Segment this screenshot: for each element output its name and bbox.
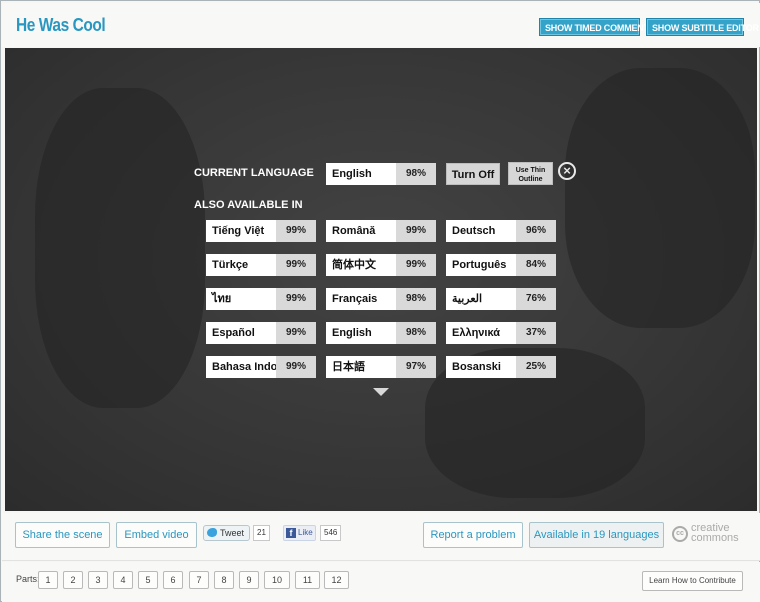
language-percent: 99% <box>276 322 316 344</box>
part-button[interactable]: 8 <box>214 571 234 589</box>
like-label: Like <box>298 528 313 537</box>
current-language-chip[interactable]: English 98% <box>326 163 436 185</box>
video-shadow <box>565 68 755 328</box>
language-option[interactable]: Bosanski 25% <box>446 356 556 378</box>
language-percent: 99% <box>396 254 436 276</box>
language-percent: 25% <box>516 356 556 378</box>
available-languages-button[interactable]: Available in 19 languages <box>529 522 664 548</box>
chevron-down-icon[interactable] <box>373 388 389 396</box>
language-percent: 37% <box>516 322 556 344</box>
language-option[interactable]: العربية 76% <box>446 288 556 310</box>
facebook-like-button[interactable]: f Like <box>283 525 316 541</box>
language-percent: 99% <box>276 356 316 378</box>
language-option[interactable]: Tiếng Việt 99% <box>206 220 316 242</box>
language-option[interactable]: Português 84% <box>446 254 556 276</box>
language-name: Română <box>326 220 396 242</box>
learn-contribute-button[interactable]: Learn How to Contribute <box>642 571 743 591</box>
language-option[interactable]: Türkçe 99% <box>206 254 316 276</box>
language-percent: 99% <box>276 288 316 310</box>
language-name: Español <box>206 322 276 344</box>
language-name: Bosanski <box>446 356 516 378</box>
part-button[interactable]: 6 <box>163 571 183 589</box>
tweet-count: 21 <box>253 525 270 541</box>
part-button[interactable]: 4 <box>113 571 133 589</box>
use-thin-outline-button[interactable]: Use Thin Outline <box>508 162 553 185</box>
cc-text-line2: commons <box>691 532 739 544</box>
video-shadow <box>35 88 205 408</box>
twitter-bird-icon <box>207 528 217 537</box>
language-percent: 98% <box>396 163 436 185</box>
language-name: English <box>326 163 396 185</box>
close-icon[interactable]: × <box>558 162 576 180</box>
language-name: 简体中文 <box>326 254 396 276</box>
use-thin-outline-line2: Outline <box>518 176 543 183</box>
language-option[interactable]: Français 98% <box>326 288 436 310</box>
language-option[interactable]: Deutsch 96% <box>446 220 556 242</box>
part-button[interactable]: 3 <box>88 571 108 589</box>
creative-commons-logo[interactable]: cc creative commons <box>672 523 748 547</box>
language-name: Français <box>326 288 396 310</box>
part-button[interactable]: 12 <box>324 571 349 589</box>
report-problem-button[interactable]: Report a problem <box>423 522 523 548</box>
share-scene-button[interactable]: Share the scene <box>15 522 110 548</box>
language-name: Bahasa Indonesia <box>206 356 276 378</box>
app-window: He Was Cool SHOW TIMED COMMENTS SHOW SUB… <box>0 0 760 602</box>
language-option[interactable]: ไทย 99% <box>206 288 316 310</box>
tweet-button[interactable]: Tweet <box>203 525 250 541</box>
language-percent: 96% <box>516 220 556 242</box>
language-option[interactable]: English 98% <box>326 322 436 344</box>
language-percent: 98% <box>396 288 436 310</box>
part-button[interactable]: 7 <box>189 571 209 589</box>
language-option[interactable]: 日本語 97% <box>326 356 436 378</box>
language-option[interactable]: Ελληνικά 37% <box>446 322 556 344</box>
part-button[interactable]: 2 <box>63 571 83 589</box>
part-button[interactable]: 9 <box>239 571 259 589</box>
language-name: Deutsch <box>446 220 516 242</box>
page-title: He Was Cool <box>16 15 106 35</box>
language-option[interactable]: Bahasa Indonesia99% <box>206 356 316 378</box>
language-name: Türkçe <box>206 254 276 276</box>
part-button[interactable]: 1 <box>38 571 58 589</box>
footer: Parts: 1 2 3 4 5 6 7 8 9 10 11 12 Learn … <box>2 562 760 602</box>
language-option[interactable]: Română 99% <box>326 220 436 242</box>
language-name: ไทย <box>206 288 276 310</box>
language-percent: 97% <box>396 356 436 378</box>
language-percent: 99% <box>276 254 316 276</box>
language-name: العربية <box>446 288 516 310</box>
cc-icon: cc <box>672 526 688 542</box>
language-name: English <box>326 322 396 344</box>
part-button[interactable]: 10 <box>264 571 290 589</box>
language-percent: 99% <box>276 220 316 242</box>
use-thin-outline-line1: Use Thin <box>515 167 546 174</box>
language-name: Ελληνικά <box>446 322 516 344</box>
part-button[interactable]: 5 <box>138 571 158 589</box>
language-name: Português <box>446 254 516 276</box>
language-percent: 84% <box>516 254 556 276</box>
language-percent: 99% <box>396 220 436 242</box>
language-name: Tiếng Việt <box>206 220 276 242</box>
part-button[interactable]: 11 <box>295 571 320 589</box>
facebook-icon: f <box>286 528 296 538</box>
like-count: 546 <box>320 525 342 541</box>
embed-video-button[interactable]: Embed video <box>116 522 197 548</box>
language-option[interactable]: 简体中文 99% <box>326 254 436 276</box>
tweet-label: Tweet <box>220 528 245 538</box>
header: He Was Cool SHOW TIMED COMMENTS SHOW SUB… <box>2 3 760 47</box>
language-percent: 98% <box>396 322 436 344</box>
share-bar: Share the scene Embed video Tweet 21 f L… <box>2 513 760 561</box>
language-option[interactable]: Español 99% <box>206 322 316 344</box>
current-language-label: CURRENT LANGUAGE <box>194 167 314 179</box>
turn-off-button[interactable]: Turn Off <box>446 163 500 185</box>
parts-label: Parts: <box>16 574 40 584</box>
show-subtitle-editor-button[interactable]: SHOW SUBTITLE EDITOR <box>646 18 759 36</box>
video-player[interactable]: CURRENT LANGUAGE English 98% Turn Off Us… <box>5 48 757 511</box>
also-available-label: ALSO AVAILABLE IN <box>194 199 303 211</box>
language-percent: 76% <box>516 288 556 310</box>
language-name: 日本語 <box>326 356 396 378</box>
show-timed-comments-button[interactable]: SHOW TIMED COMMENTS <box>539 18 655 36</box>
